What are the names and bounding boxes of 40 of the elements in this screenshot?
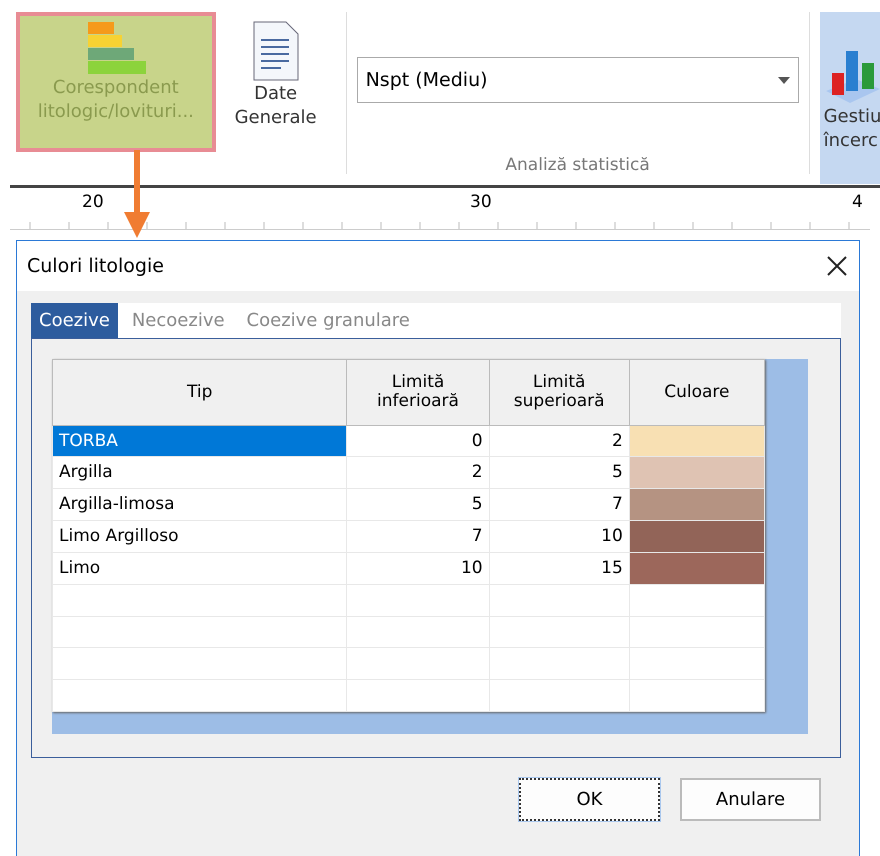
- color-swatch[interactable]: [629, 488, 764, 521]
- tab[interactable]: Coezive granulare: [238, 303, 418, 338]
- table-cell: 0: [346, 425, 490, 457]
- color-swatch[interactable]: [629, 520, 764, 552]
- tab[interactable]: Necoezive: [124, 303, 233, 338]
- group-label: Analiză statistică: [504, 154, 651, 176]
- table-cell: 10: [489, 520, 630, 552]
- table-cell: 7: [346, 520, 490, 552]
- table-cell: 5: [489, 456, 630, 489]
- dropdown-field[interactable]: Nspt (Mediu): [356, 57, 799, 103]
- table-cell[interactable]: Limo Argilloso: [52, 520, 347, 552]
- column-header[interactable]: Tip: [52, 360, 347, 426]
- column-header[interactable]: Limită superioară: [489, 360, 630, 426]
- table-cell[interactable]: Argilla: [52, 456, 347, 489]
- column-header[interactable]: Culoare: [629, 360, 764, 426]
- ruler-label: 30: [470, 191, 492, 214]
- column-header[interactable]: Limită inferioară: [346, 360, 490, 426]
- table-cell: 7: [489, 488, 630, 521]
- dialog-button[interactable]: Anulare: [680, 778, 821, 821]
- tab[interactable]: Coezive: [31, 303, 118, 338]
- color-swatch[interactable]: [629, 552, 764, 584]
- dialog-title: Culori litologie: [27, 254, 164, 279]
- table-cell: 10: [346, 552, 490, 584]
- table-cell: 15: [489, 552, 630, 584]
- ribbon-button[interactable]: Date Generale: [216, 12, 336, 184]
- close-icon[interactable]: [827, 256, 847, 276]
- ruler-label: 20: [82, 191, 104, 214]
- table-cell[interactable]: Limo: [52, 552, 347, 584]
- table-cell: 2: [346, 456, 490, 489]
- table-cell[interactable]: TORBA: [52, 425, 347, 457]
- caret-icon: [778, 76, 790, 84]
- document-icon: [250, 20, 301, 82]
- ruler-label: 4: [852, 191, 863, 214]
- color-swatch[interactable]: [629, 456, 764, 489]
- dialog-button[interactable]: OK: [519, 778, 660, 821]
- table-cell: 2: [489, 425, 630, 457]
- color-swatch[interactable]: [629, 425, 764, 457]
- table-cell[interactable]: Argilla-limosa: [52, 488, 347, 521]
- ribbon-button[interactable]: Gestiu încerc: [820, 12, 880, 184]
- table-cell: 5: [346, 488, 490, 521]
